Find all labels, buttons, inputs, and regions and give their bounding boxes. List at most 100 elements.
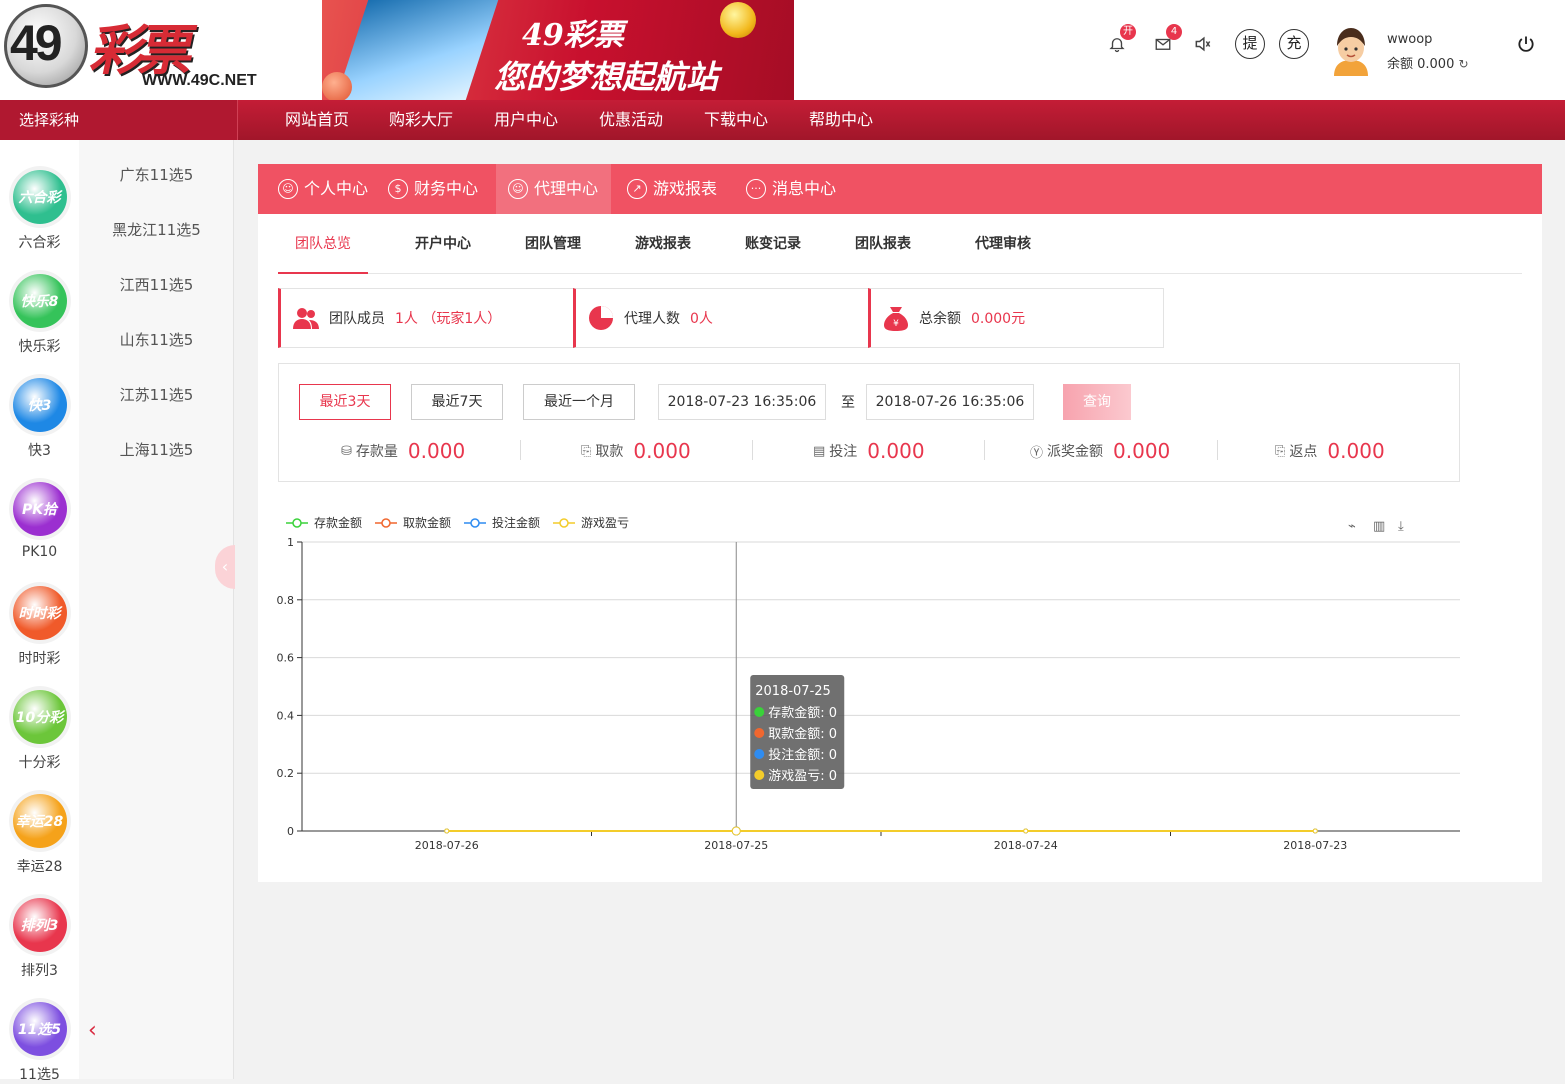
range-month-button[interactable]: 最近一个月 [523, 384, 635, 420]
deposit-button[interactable]: 充 [1279, 29, 1309, 59]
header: 49 彩票 WWW.49C.NET 49彩票 您的梦想起航站 开 4 提 充 w… [0, 0, 1565, 100]
deposit-icon: ⛁ [341, 443, 352, 459]
legend-marker [470, 518, 480, 528]
lottery-logo-icon: 11选5 [12, 1002, 67, 1056]
center-tabs: ☺ 个人中心 $ 财务中心 ☺ 代理中心 ↗ 游戏报表 ··· 消息中心 [258, 164, 1542, 214]
lottery-item[interactable]: 快乐8 快乐彩 [0, 274, 79, 356]
avatar[interactable] [1330, 24, 1372, 76]
nav-home[interactable]: 网站首页 [285, 100, 349, 140]
legend-label: 存款金额 [314, 515, 362, 530]
nav-promotions[interactable]: 优惠活动 [599, 100, 663, 140]
lottery-label: 排列3 [21, 963, 58, 979]
total-balance-card: ¥ 总余额 0.000元 [868, 288, 1164, 348]
main-nav: 选择彩种 网站首页 购彩大厅 用户中心 优惠活动 下载中心 帮助中心 [0, 100, 1565, 140]
divider [984, 440, 985, 460]
yen-icon: Ⓨ [1030, 445, 1044, 461]
logo-url: WWW.49C.NET [142, 72, 257, 89]
lottery-item[interactable]: 11选5 11选5 [0, 1002, 79, 1084]
bet-icon: ▤ [813, 443, 826, 459]
stat-value: 0.000 [407, 439, 466, 463]
agent-count-card: 代理人数 0人 [573, 288, 869, 348]
money-bag-icon: ¥ [883, 305, 909, 331]
lottery-label: 幸运28 [16, 859, 63, 875]
refresh-icon[interactable]: ↻ [1459, 57, 1469, 71]
team-icon [293, 305, 319, 331]
lottery-label: PK10 [21, 544, 58, 560]
username: wwoop [1387, 32, 1433, 47]
submenu-item[interactable]: 上海11选5 [79, 439, 234, 460]
y-tick-label: 0.8 [277, 594, 295, 607]
site-logo[interactable]: 49 彩票 WWW.49C.NET [0, 0, 300, 100]
lottery-label: 六合彩 [18, 235, 61, 251]
submenu-item[interactable]: 广东11选5 [79, 164, 234, 185]
download-icon: ⤓ [1398, 519, 1404, 534]
submenu-item[interactable]: 黑龙江11选5 [79, 219, 234, 240]
subtab-game-report[interactable]: 游戏报表 [635, 214, 691, 274]
tab-label: 游戏报表 [653, 179, 718, 198]
range-3days-button[interactable]: 最近3天 [299, 384, 391, 420]
end-date-input[interactable]: 2018-07-26 16:35:06 [866, 384, 1034, 420]
power-icon[interactable] [1514, 32, 1538, 56]
tooltip-marker [754, 707, 765, 717]
lottery-item[interactable]: 六合彩 六合彩 [0, 170, 79, 252]
lottery-logo-icon: 幸运28 [12, 794, 67, 848]
tab-label: 代理中心 [534, 179, 599, 198]
stat-label: 投注 [829, 444, 858, 460]
card-value: 0人 [690, 311, 713, 327]
subtab-team-overview[interactable]: 团队总览 [278, 214, 368, 274]
tab-personal[interactable]: ☺ 个人中心 [270, 164, 376, 214]
tab-agent[interactable]: ☺ 代理中心 [496, 164, 611, 214]
subtab-agent-review[interactable]: 代理审核 [975, 214, 1031, 274]
tooltip-row: 游戏盈亏: 0 [768, 769, 837, 784]
nav-download[interactable]: 下载中心 [704, 100, 768, 140]
nav-user-center[interactable]: 用户中心 [494, 100, 558, 140]
submenu-item[interactable]: 山东11选5 [79, 329, 234, 350]
submenu-item[interactable]: 江苏11选5 [79, 384, 234, 405]
subtab-team-manage[interactable]: 团队管理 [525, 214, 581, 274]
range-7days-button[interactable]: 最近7天 [411, 384, 503, 420]
bell-icon[interactable]: 开 [1106, 24, 1136, 56]
stat-value: 0.000 [1327, 439, 1385, 463]
stat-deposit: ⛁ 存款量 0.000 [341, 436, 465, 466]
start-date-input[interactable]: 2018-07-23 16:35:06 [658, 384, 826, 420]
withdraw-button[interactable]: 提 [1235, 29, 1265, 59]
lottery-item[interactable]: 幸运28 幸运28 [0, 794, 79, 876]
lottery-logo-icon: 10分彩 [12, 690, 67, 744]
sound-icon[interactable] [1192, 32, 1214, 56]
nav-lottery-hall[interactable]: 购彩大厅 [389, 100, 453, 140]
data-point [444, 828, 450, 834]
subtab-team-report[interactable]: 团队报表 [855, 214, 911, 274]
banner-slogan-2: 您的梦想起航站 [494, 58, 719, 96]
main-panel: ☺ 个人中心 $ 财务中心 ☺ 代理中心 ↗ 游戏报表 ··· 消息中心 团队总览 开户中… [258, 164, 1542, 882]
balance-text: 余额 0.000 [1387, 57, 1455, 72]
lottery-item[interactable]: 快3 快3 [0, 378, 79, 460]
lottery-label: 时时彩 [18, 651, 61, 667]
bar-chart-icon: ▥ [1373, 519, 1385, 534]
tab-game-report[interactable]: ↗ 游戏报表 [619, 164, 725, 214]
rebate-icon: ⎘ [1275, 443, 1286, 459]
agent-icon: ☺ [508, 179, 528, 199]
select-lottery-button[interactable]: 选择彩种 [0, 100, 238, 140]
banner-photo [335, 0, 499, 100]
subtab-account-changes[interactable]: 账变记录 [745, 214, 801, 274]
lottery-item[interactable]: 排列3 排列3 [0, 898, 79, 980]
stat-value: 0.000 [867, 439, 925, 463]
tooltip-marker [754, 749, 765, 759]
search-button[interactable]: 查询 [1063, 384, 1131, 420]
lottery-item[interactable]: PK拾 PK10 [0, 482, 79, 560]
lottery-logo-icon: 六合彩 [12, 170, 67, 224]
nav-help[interactable]: 帮助中心 [809, 100, 873, 140]
lottery-item[interactable]: 10分彩 十分彩 [0, 690, 79, 772]
collapse-sidebar-icon[interactable]: ‹ [88, 1018, 97, 1043]
mail-icon[interactable]: 4 [1152, 24, 1182, 56]
line-chart-icon: ⌁ [1348, 519, 1356, 534]
tab-finance[interactable]: $ 财务中心 [380, 164, 486, 214]
tab-messages[interactable]: ··· 消息中心 [738, 164, 844, 214]
submenu-item[interactable]: 江西11选5 [79, 274, 234, 295]
withdraw-icon: ⎘ [581, 443, 592, 459]
query-panel: 最近3天 最近7天 最近一个月 2018-07-23 16:35:06 至 20… [278, 363, 1460, 482]
stat-rebate: ⎘ 返点 0.000 [1275, 436, 1385, 466]
dollar-icon: $ [388, 179, 408, 199]
subtab-open-account[interactable]: 开户中心 [415, 214, 471, 274]
lottery-item[interactable]: 时时彩 时时彩 [0, 586, 79, 668]
